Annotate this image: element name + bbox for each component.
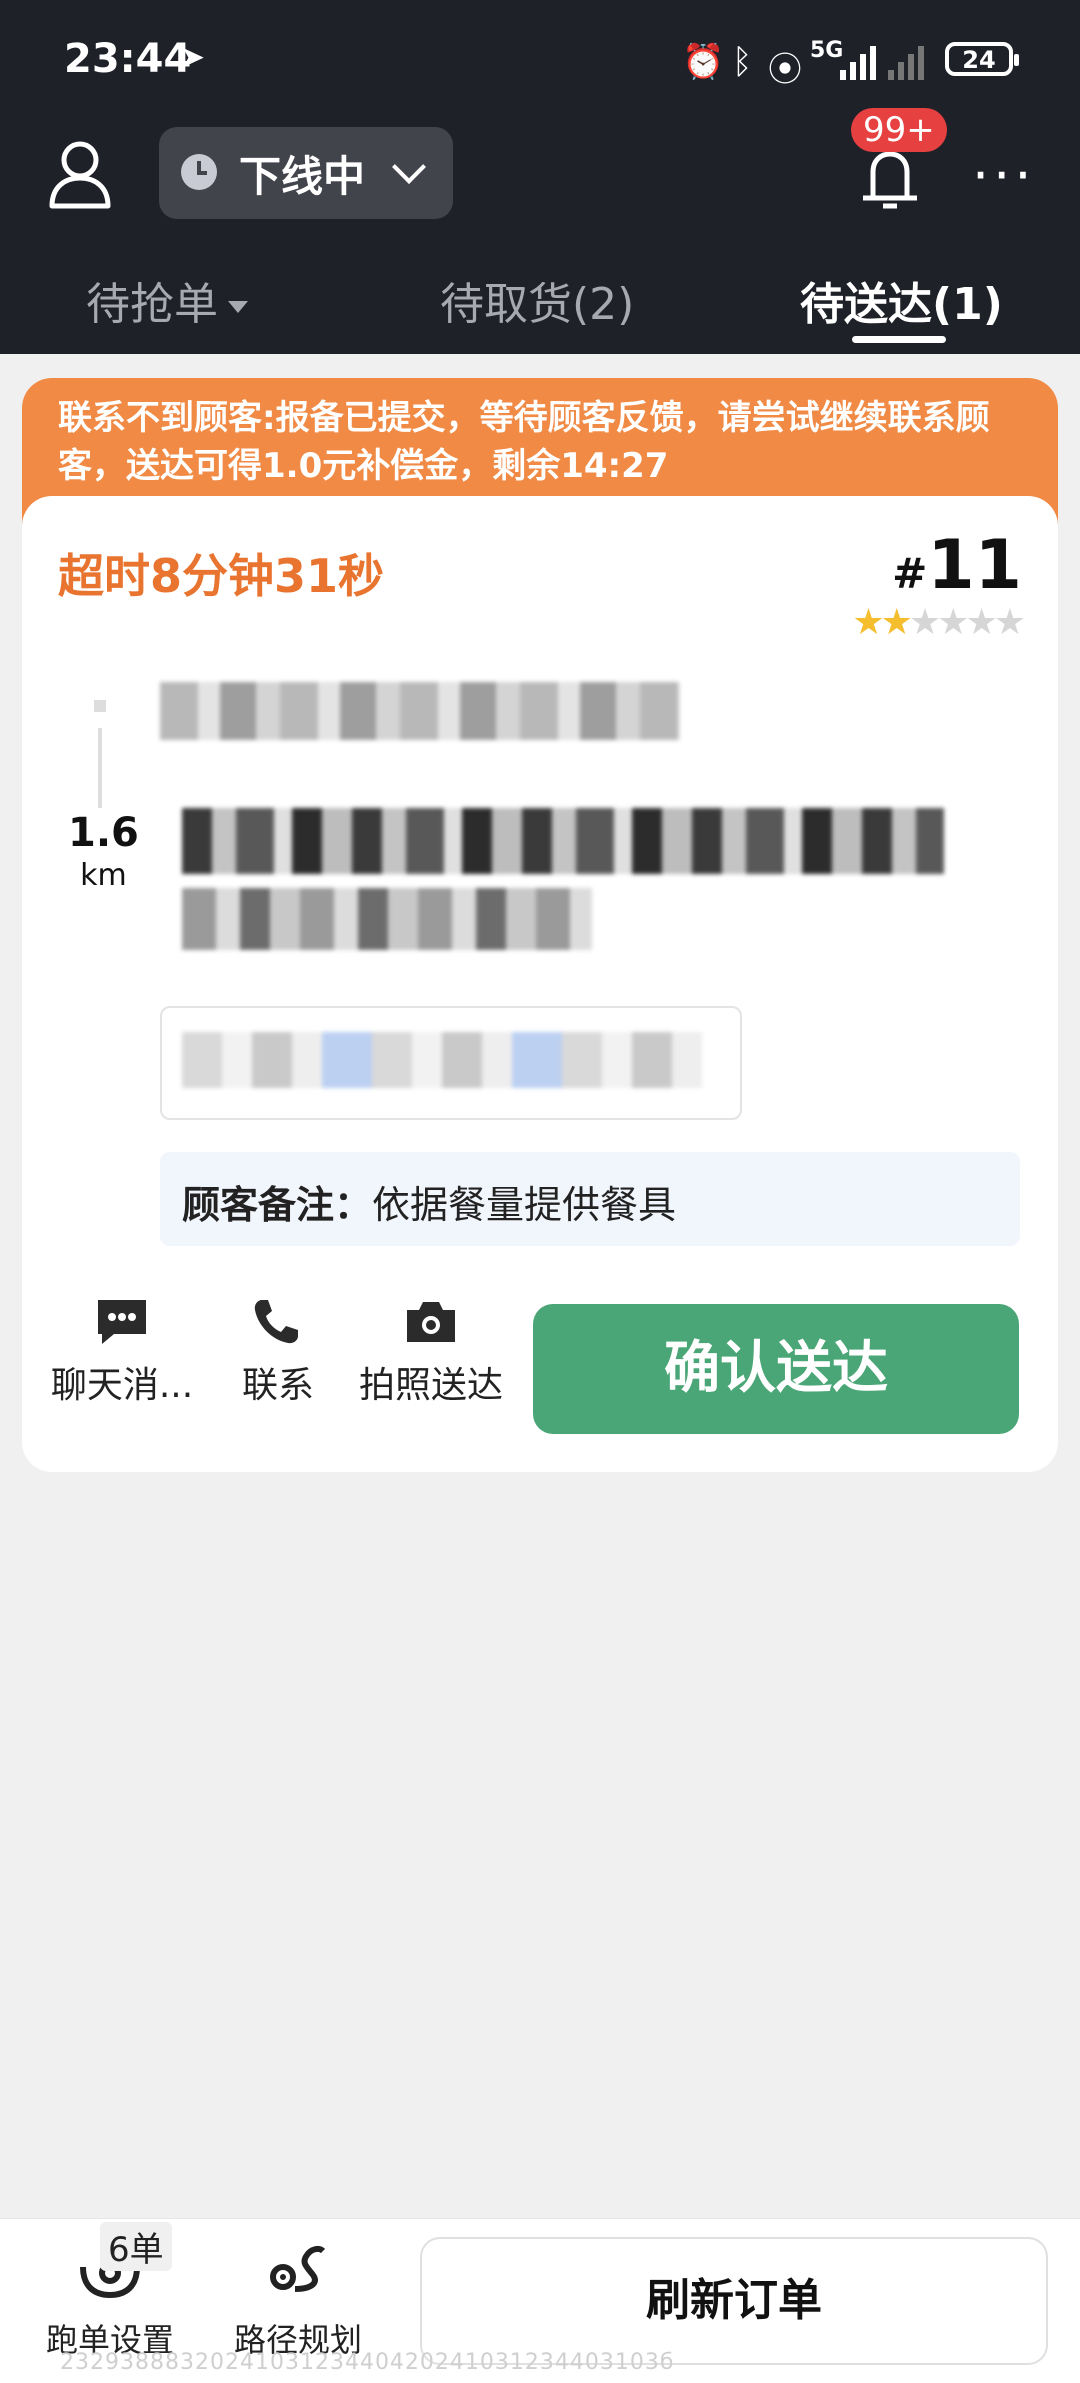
online-status-dropdown[interactable]: 下线中 xyxy=(159,127,453,219)
location-arrow-icon: ➤ xyxy=(180,40,206,75)
chat-button[interactable]: 聊天消... xyxy=(42,1296,202,1408)
star-empty-icon: ★ xyxy=(993,602,1026,643)
location-icon: ⦿ xyxy=(768,50,802,90)
star-empty-icon: ★ xyxy=(908,602,941,643)
status-time: 23:44 xyxy=(64,36,192,82)
photo-label: 拍照送达 xyxy=(358,1365,503,1406)
rating-stars: ★★★★★★ xyxy=(852,602,1026,643)
contact-button[interactable]: 联系 xyxy=(218,1296,338,1408)
distance-unit: km xyxy=(80,858,127,893)
tab-label: 待抢单 xyxy=(86,279,218,330)
notice-text: 联系不到顾客:报备已提交，等待顾客反馈，请尝试继续联系顾客，送达可得1.0元补偿… xyxy=(58,398,990,486)
bluetooth-icon: ᛒ xyxy=(732,42,753,82)
route-planning-button[interactable]: 路径规划 xyxy=(228,2237,368,2361)
tab-pending-grab[interactable]: 待抢单 xyxy=(86,268,248,332)
chat-label: 聊天消... xyxy=(50,1365,194,1406)
rating-stars-holder: ★★★★★★ xyxy=(852,602,1026,643)
distance: 1.6 km xyxy=(68,810,139,893)
merchant-name-redacted xyxy=(160,682,680,740)
clock-icon xyxy=(181,154,217,190)
photo-delivery-button[interactable]: 拍照送达 xyxy=(356,1296,506,1408)
active-tab-indicator xyxy=(852,336,946,343)
chat-icon xyxy=(98,1300,146,1344)
contact-phone-redacted xyxy=(182,1032,702,1088)
camera-icon xyxy=(407,1302,455,1342)
star-empty-icon: ★ xyxy=(937,602,969,643)
confirm-delivery-button[interactable]: 确认送达 xyxy=(533,1304,1019,1434)
star-empty-icon: ★ xyxy=(965,602,997,643)
star-filled-icon: ★ xyxy=(880,602,913,643)
network-type: 5G xyxy=(810,38,844,63)
status-bar: 23:44 ➤ ⏰ ᛒ ⦿ 5G 24 xyxy=(0,0,1080,120)
battery-icon: 24 xyxy=(945,42,1019,76)
notification-badge: 99+ xyxy=(851,108,947,152)
footer-code: 2329388832024103123440420241031234403103… xyxy=(60,2350,675,2375)
order-number: #11 xyxy=(892,526,1022,605)
battery-level: 24 xyxy=(962,46,996,74)
refresh-orders-button[interactable]: 刷新订单 xyxy=(420,2237,1048,2365)
star-filled-icon: ★ xyxy=(852,602,884,643)
tab-pending-pickup[interactable]: 待取货(2) xyxy=(440,268,634,332)
tab-pending-delivery[interactable]: 待送达(1) xyxy=(800,268,1003,332)
order-hash: # xyxy=(892,549,928,598)
overtime-label: 超时8分钟31秒 xyxy=(58,549,385,603)
delivery-address-redacted xyxy=(182,808,944,874)
distance-value: 1.6 xyxy=(68,810,139,856)
delivery-address-line2-redacted xyxy=(182,888,592,950)
signal-secondary-icon xyxy=(888,46,924,89)
remark-label: 顾客备注： xyxy=(182,1183,373,1227)
route-icon xyxy=(270,2245,326,2292)
more-icon[interactable]: ··· xyxy=(972,144,1036,207)
remark-value: 依据餐量提供餐具 xyxy=(372,1183,677,1227)
order-card[interactable]: 超时8分钟31秒 #11 ★★★★★★ 1.6 km 顾客备注：依据餐量提供餐具… xyxy=(22,496,1058,1472)
online-status-label: 下线中 xyxy=(239,152,366,201)
customer-remark: 顾客备注：依据餐量提供餐具 xyxy=(160,1152,1020,1246)
pickup-marker xyxy=(94,700,106,712)
user-icon[interactable] xyxy=(48,140,112,210)
phone-icon xyxy=(254,1300,298,1344)
contact-phone-field[interactable] xyxy=(160,1006,742,1120)
caret-down-icon xyxy=(228,301,248,313)
chevron-down-icon xyxy=(392,150,426,184)
order-count-badge: 6单 xyxy=(100,2222,172,2271)
order-number-value: 11 xyxy=(927,526,1022,605)
route-line xyxy=(98,728,102,808)
signal-icon xyxy=(840,46,876,89)
alarm-icon: ⏰ xyxy=(682,42,725,82)
customer-remark-text: 顾客备注：依据餐量提供餐具 xyxy=(182,1174,676,1229)
contact-label: 联系 xyxy=(241,1365,314,1406)
